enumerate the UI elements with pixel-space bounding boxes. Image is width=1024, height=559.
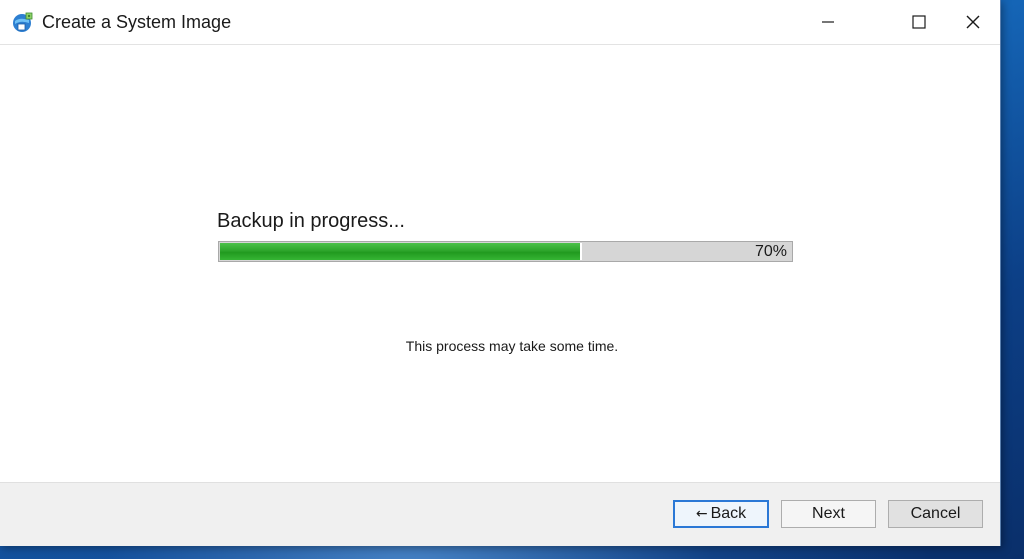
back-button[interactable]: ← Back bbox=[673, 500, 769, 528]
close-icon bbox=[966, 15, 980, 29]
window-title: Create a System Image bbox=[42, 12, 232, 32]
next-button-label: Next bbox=[812, 505, 845, 522]
create-system-image-window: Create a System Image Backup in progress… bbox=[0, 0, 1001, 546]
maximize-button[interactable] bbox=[896, 0, 942, 44]
progress-fill bbox=[220, 243, 582, 260]
info-note: This process may take some time. bbox=[405, 338, 619, 354]
system-image-backup-icon bbox=[13, 12, 33, 32]
back-button-label: Back bbox=[710, 505, 747, 522]
title-bar[interactable]: Create a System Image bbox=[0, 0, 1000, 45]
button-bar: ← Back Next Cancel bbox=[0, 482, 1000, 546]
next-button[interactable]: Next bbox=[781, 500, 876, 528]
wizard-content: Backup in progress... 70% This process m… bbox=[0, 45, 1000, 482]
cancel-button[interactable]: Cancel bbox=[888, 500, 983, 528]
minimize-icon bbox=[822, 21, 834, 23]
minimize-button[interactable] bbox=[805, 0, 851, 44]
close-button[interactable] bbox=[950, 0, 996, 44]
maximize-icon bbox=[912, 15, 926, 29]
cancel-button-label: Cancel bbox=[910, 505, 961, 522]
status-heading: Backup in progress... bbox=[217, 210, 405, 232]
progress-percentage: 70% bbox=[754, 243, 787, 260]
back-arrow-icon: ← bbox=[695, 506, 708, 522]
backup-progress-bar: 70% bbox=[218, 241, 793, 262]
